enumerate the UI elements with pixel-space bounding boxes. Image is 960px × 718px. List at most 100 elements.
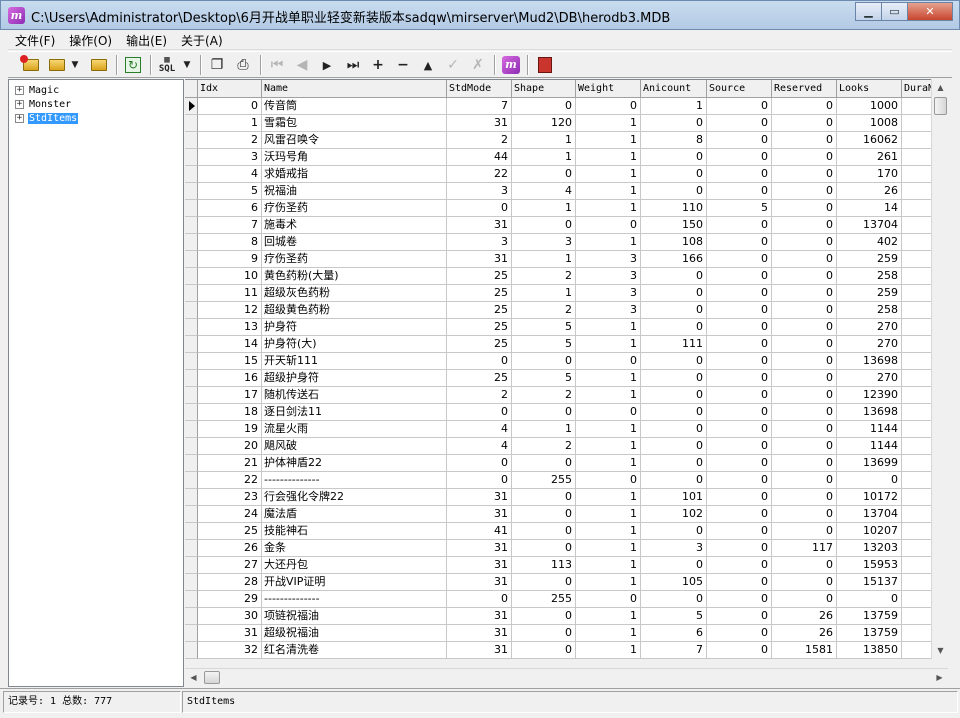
cell-idx[interactable]: 17	[198, 387, 262, 404]
table-row[interactable]: 5 祝福油 3 4 1 0 0 0 26	[185, 183, 948, 200]
cell-weight[interactable]: 3	[576, 268, 641, 285]
column-header-weight[interactable]: Weight	[576, 80, 641, 98]
cell-looks[interactable]: 1008	[837, 115, 902, 132]
cell-idx[interactable]: 26	[198, 540, 262, 557]
cell-reserved[interactable]: 0	[772, 557, 837, 574]
cell-weight[interactable]: 1	[576, 642, 641, 659]
cell-source[interactable]: 0	[707, 353, 772, 370]
cell-stdmode[interactable]: 0	[447, 200, 512, 217]
cell-stdmode[interactable]: 0	[447, 455, 512, 472]
cell-reserved[interactable]: 0	[772, 217, 837, 234]
cell-name[interactable]: 逐日剑法11	[262, 404, 447, 421]
cell-looks[interactable]: 402	[837, 234, 902, 251]
cell-reserved[interactable]: 0	[772, 472, 837, 489]
cell-name[interactable]: 回城卷	[262, 234, 447, 251]
cell-name[interactable]: 风雷召唤令	[262, 132, 447, 149]
cell-reserved[interactable]: 0	[772, 591, 837, 608]
row-indicator[interactable]	[185, 608, 198, 625]
cell-looks[interactable]: 1144	[837, 421, 902, 438]
cell-stdmode[interactable]: 0	[447, 404, 512, 421]
cell-anicount[interactable]: 105	[641, 574, 707, 591]
cell-looks[interactable]: 15953	[837, 557, 902, 574]
table-row[interactable]: 18 逐日剑法11 0 0 0 0 0 0 13698	[185, 404, 948, 421]
menu-file[interactable]: 文件(F)	[8, 30, 62, 49]
table-row[interactable]: 2 风雷召唤令 2 1 1 8 0 0 16062	[185, 132, 948, 149]
table-row[interactable]: 14 护身符(大) 25 5 1 111 0 0 270	[185, 336, 948, 353]
sql-button[interactable]: ▦ SQL	[156, 54, 178, 76]
row-indicator[interactable]	[185, 472, 198, 489]
expand-icon[interactable]: +	[15, 85, 24, 95]
row-indicator[interactable]	[185, 200, 198, 217]
cell-weight[interactable]: 3	[576, 251, 641, 268]
cell-weight[interactable]: 1	[576, 166, 641, 183]
cell-name[interactable]: 护身符	[262, 319, 447, 336]
cell-looks[interactable]: 270	[837, 319, 902, 336]
cell-shape[interactable]: 4	[512, 183, 576, 200]
table-row[interactable]: 10 黄色药粉(大量) 25 2 3 0 0 0 258	[185, 268, 948, 285]
cell-reserved[interactable]: 0	[772, 370, 837, 387]
cell-idx[interactable]: 15	[198, 353, 262, 370]
cell-shape[interactable]: 0	[512, 506, 576, 523]
cell-stdmode[interactable]: 2	[447, 132, 512, 149]
table-row[interactable]: 0 传音筒 7 0 0 1 0 0 1000	[185, 98, 948, 115]
cell-stdmode[interactable]: 31	[447, 489, 512, 506]
cell-shape[interactable]: 2	[512, 387, 576, 404]
table-row[interactable]: 4 求婚戒指 22 0 1 0 0 0 170	[185, 166, 948, 183]
cell-source[interactable]: 0	[707, 557, 772, 574]
cell-reserved[interactable]: 0	[772, 200, 837, 217]
cell-source[interactable]: 0	[707, 472, 772, 489]
cell-source[interactable]: 0	[707, 625, 772, 642]
cell-idx[interactable]: 23	[198, 489, 262, 506]
cell-idx[interactable]: 7	[198, 217, 262, 234]
table-row[interactable]: 8 回城卷 3 3 1 108 0 0 402	[185, 234, 948, 251]
sql-dropdown-button[interactable]: ▼	[180, 54, 194, 76]
row-indicator[interactable]	[185, 387, 198, 404]
cell-weight[interactable]: 1	[576, 336, 641, 353]
cell-looks[interactable]: 13698	[837, 353, 902, 370]
cell-stdmode[interactable]: 31	[447, 625, 512, 642]
cell-weight[interactable]: 0	[576, 404, 641, 421]
cell-anicount[interactable]: 108	[641, 234, 707, 251]
table-row[interactable]: 23 行会强化令牌22 31 0 1 101 0 0 10172	[185, 489, 948, 506]
cell-looks[interactable]: 259	[837, 251, 902, 268]
cell-shape[interactable]: 0	[512, 98, 576, 115]
cell-name[interactable]: 施毒术	[262, 217, 447, 234]
cell-source[interactable]: 0	[707, 149, 772, 166]
cell-idx[interactable]: 11	[198, 285, 262, 302]
cell-anicount[interactable]: 0	[641, 149, 707, 166]
cell-shape[interactable]: 3	[512, 234, 576, 251]
cell-anicount[interactable]: 101	[641, 489, 707, 506]
cell-shape[interactable]: 1	[512, 285, 576, 302]
cell-shape[interactable]: 0	[512, 166, 576, 183]
cell-name[interactable]: 超级祝福油	[262, 625, 447, 642]
cell-shape[interactable]: 0	[512, 642, 576, 659]
scroll-left-icon[interactable]: ◀	[185, 669, 202, 686]
cell-anicount[interactable]: 0	[641, 421, 707, 438]
cell-source[interactable]: 0	[707, 404, 772, 421]
cell-source[interactable]: 0	[707, 523, 772, 540]
cell-shape[interactable]: 2	[512, 438, 576, 455]
next-record-button[interactable]: ▶	[316, 54, 338, 76]
cell-stdmode[interactable]: 0	[447, 353, 512, 370]
cell-source[interactable]: 0	[707, 183, 772, 200]
cell-anicount[interactable]: 0	[641, 523, 707, 540]
cell-anicount[interactable]: 0	[641, 302, 707, 319]
table-row[interactable]: 12 超级黄色药粉 25 2 3 0 0 0 258	[185, 302, 948, 319]
cell-stdmode[interactable]: 22	[447, 166, 512, 183]
cell-name[interactable]: 祝福油	[262, 183, 447, 200]
cell-idx[interactable]: 13	[198, 319, 262, 336]
cell-idx[interactable]: 3	[198, 149, 262, 166]
cell-source[interactable]: 0	[707, 591, 772, 608]
cell-idx[interactable]: 30	[198, 608, 262, 625]
cell-anicount[interactable]: 3	[641, 540, 707, 557]
tree-item-magic[interactable]: + Magic	[15, 83, 60, 97]
cell-source[interactable]: 0	[707, 455, 772, 472]
cell-shape[interactable]: 2	[512, 268, 576, 285]
column-header-source[interactable]: Source	[707, 80, 772, 98]
cell-shape[interactable]: 0	[512, 540, 576, 557]
cell-looks[interactable]: 13759	[837, 608, 902, 625]
cell-source[interactable]: 0	[707, 234, 772, 251]
cell-idx[interactable]: 31	[198, 625, 262, 642]
cell-source[interactable]: 0	[707, 251, 772, 268]
cell-stdmode[interactable]: 7	[447, 98, 512, 115]
